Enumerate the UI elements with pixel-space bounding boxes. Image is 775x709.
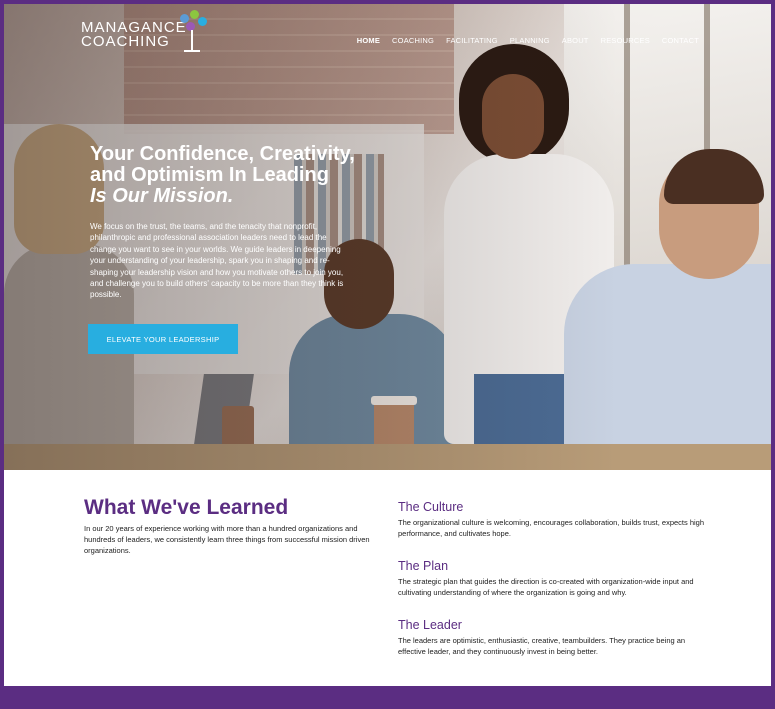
learning-item-text: The leaders are optimistic, enthusiastic… bbox=[398, 636, 686, 657]
learning-item-leader: The Leader The leaders are optimistic, e… bbox=[398, 618, 708, 657]
learning-item-text: The strategic plan that guides the direc… bbox=[398, 577, 694, 598]
nav-item-contact[interactable]: CONTACT bbox=[656, 36, 705, 45]
learning-item-plan: The Plan The strategic plan that guides … bbox=[398, 559, 708, 598]
learning-item-title: The Culture bbox=[398, 500, 464, 514]
learned-heading: What We've Learned bbox=[84, 496, 289, 519]
nav-item-about[interactable]: ABOUT bbox=[556, 36, 595, 45]
hero-title-line-1: Your Confidence, Creativity, bbox=[90, 143, 355, 165]
learning-item-title: The Leader bbox=[398, 618, 462, 632]
nav-item-coaching[interactable]: COACHING bbox=[386, 36, 440, 45]
nav-item-facilitating[interactable]: FACILITATING bbox=[440, 36, 504, 45]
nav-item-home[interactable]: HOME bbox=[351, 36, 386, 45]
nav-item-resources[interactable]: RESOURCES bbox=[595, 36, 656, 45]
logo-line-2: COACHING bbox=[81, 33, 170, 50]
footer-band bbox=[0, 686, 775, 709]
nav-item-planning[interactable]: PLANNING bbox=[504, 36, 556, 45]
hero-title-emphasis: Is Our Mission. bbox=[90, 185, 234, 207]
hero-description: We focus on the trust, the teams, and th… bbox=[90, 222, 344, 300]
logo-tree-icon bbox=[172, 10, 212, 60]
hero-title-line-2: and Optimism In Leading bbox=[90, 164, 329, 186]
learning-item-text: The organizational culture is welcoming,… bbox=[398, 518, 705, 539]
learning-item-culture: The Culture The organizational culture i… bbox=[398, 500, 708, 539]
learning-item-title: The Plan bbox=[398, 559, 449, 573]
elevate-leadership-button[interactable]: ELEVATE YOUR LEADERSHIP bbox=[88, 324, 238, 354]
main-nav: HOME COACHING FACILITATING PLANNING ABOU… bbox=[351, 36, 705, 45]
hero-title: Your Confidence, Creativity, and Optimis… bbox=[90, 144, 390, 207]
learned-intro: In our 20 years of experience working wi… bbox=[84, 524, 370, 556]
site-logo[interactable]: MANAGANCE COACHING bbox=[81, 20, 187, 50]
